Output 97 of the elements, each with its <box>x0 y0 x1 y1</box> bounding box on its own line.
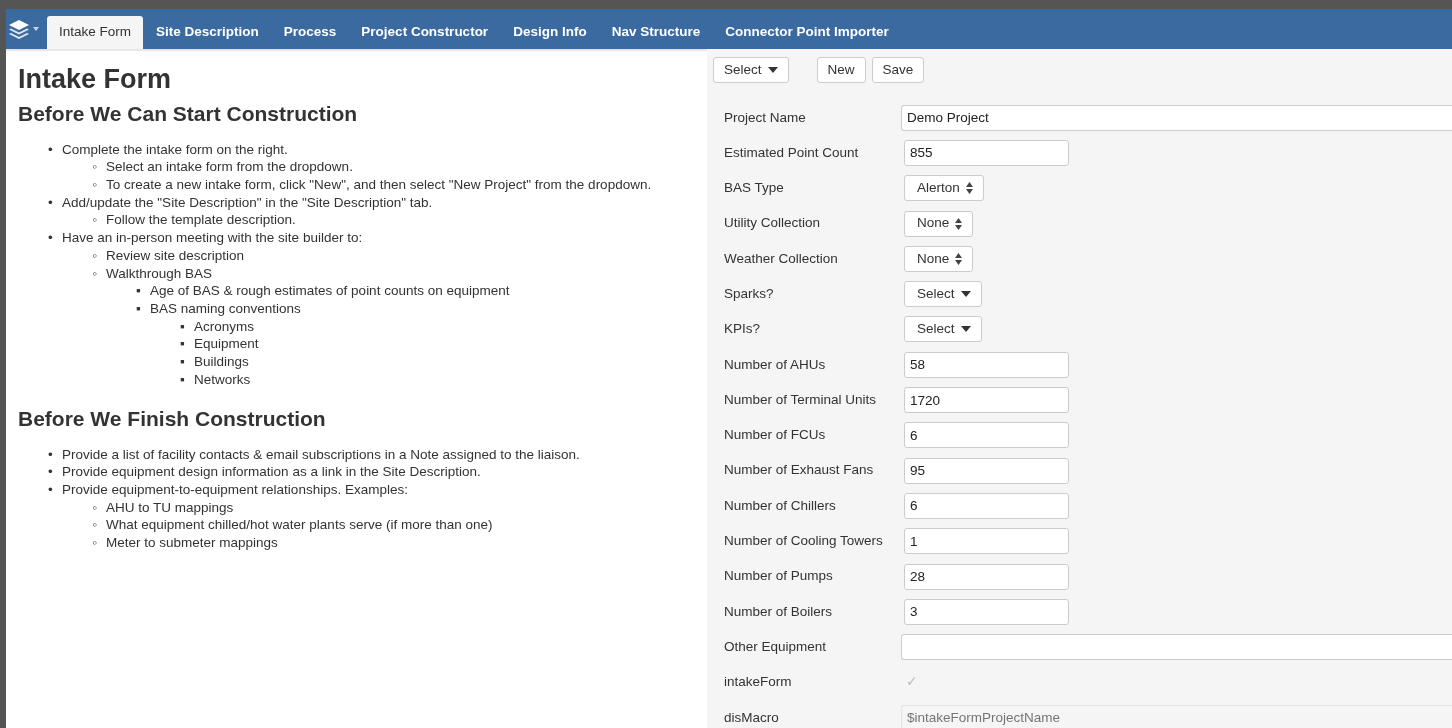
list-item-text: Provide a list of facility contacts & email subscriptions in a Note assigned to the liaison. <box>62 445 580 464</box>
list-item-text: Age of BAS & rough estimates of point counts on equipment <box>150 282 510 300</box>
caret-icon <box>33 27 39 31</box>
list-item-text: Buildings <box>194 353 249 371</box>
nav-tab[interactable]: Nav Structure <box>599 16 713 49</box>
field-label: Number of Chillers <box>724 496 837 515</box>
input-field[interactable]: Demo Project <box>901 104 1452 131</box>
field-label: intakeForm <box>724 673 793 692</box>
select-dropdown[interactable]: Select <box>713 57 789 83</box>
list-item-text: Meter to submeter mappings <box>106 534 278 552</box>
nav-tab[interactable]: Connector Point Importer <box>713 16 901 49</box>
list-item-text: Select an intake form from the dropdown. <box>106 158 353 176</box>
input-field[interactable]: 1720 <box>904 387 1069 413</box>
bullet: ◦ <box>92 211 98 230</box>
list-item-text: Follow the template description. <box>106 211 296 230</box>
spinner-icon <box>955 217 963 230</box>
input-field[interactable]: 6 <box>904 422 1069 449</box>
field-label: Weather Collection <box>724 249 839 268</box>
select-field[interactable]: None <box>904 245 974 272</box>
field-label: disMacro <box>724 708 780 727</box>
bullet: ▪ <box>136 282 142 300</box>
list-item-text: Equipment <box>194 335 259 353</box>
input-field[interactable]: 58 <box>904 351 1069 378</box>
list-item-text: AHU to TU mappings <box>106 498 234 517</box>
field-label: Sparks? <box>724 285 775 303</box>
bullet: ◦ <box>92 246 98 265</box>
select-field[interactable]: None <box>904 210 974 237</box>
input-field[interactable]: $intakeFormProjectName <box>901 704 1452 728</box>
bullet: ◦ <box>92 264 98 283</box>
list-item-text: Walkthrough BAS <box>106 264 213 283</box>
input-field[interactable]: 95 <box>904 457 1069 484</box>
input-field[interactable]: 3 <box>904 598 1069 625</box>
field-label: Number of FCUs <box>724 426 827 445</box>
field-label: Number of AHUs <box>724 355 827 374</box>
spinner-icon <box>955 252 963 265</box>
layers-icon <box>8 19 30 39</box>
field-label: Estimated Point Count <box>724 143 860 162</box>
field-label: Number of Terminal Units <box>724 390 878 409</box>
input-field[interactable]: 28 <box>904 563 1069 590</box>
list-item-text: Review site description <box>106 246 245 265</box>
input-field[interactable]: 1 <box>904 528 1069 555</box>
section-heading: Before We Finish Construction <box>18 406 327 432</box>
bullet: • <box>48 193 54 212</box>
nav-tab[interactable]: Project Constructor <box>349 16 501 49</box>
caret-icon <box>767 67 778 73</box>
list-item-text: To create a new intake form, click "New", and then select "New Project" from the dropdown. <box>106 176 652 194</box>
save-button[interactable]: Save <box>871 57 925 83</box>
list-item-text: Add/update the "Site Description" in the "Site Description" tab. <box>62 193 433 212</box>
bullet: • <box>48 481 54 499</box>
nav-tab[interactable]: Design Info <box>501 16 599 49</box>
select-field[interactable]: Select <box>904 316 982 343</box>
caret-icon <box>960 326 971 333</box>
bullet: ◦ <box>92 176 98 194</box>
nav-tab[interactable]: Intake Form <box>47 16 144 49</box>
list-item-text: BAS naming conventions <box>150 299 301 318</box>
bullet: ◦ <box>92 498 98 517</box>
list-item-text: What equipment chilled/hot water plants serve (if more than one) <box>106 516 493 535</box>
select-field[interactable]: Select <box>904 281 982 308</box>
field-label: Number of Pumps <box>724 567 834 586</box>
list-item-text: Acronyms <box>194 317 254 336</box>
list-item-text: Provide equipment-to-equipment relationships. Examples: <box>62 481 408 499</box>
list-item-text: Complete the intake form on the right. <box>62 140 288 159</box>
bullet: • <box>48 445 54 464</box>
caret-icon <box>960 291 971 298</box>
field-label: Project Name <box>724 108 807 127</box>
field-label: Number of Cooling Towers <box>724 532 884 551</box>
bullet: ◦ <box>92 534 98 552</box>
input-field[interactable]: 6 <box>904 492 1069 519</box>
field-label: Other Equipment <box>724 637 828 656</box>
bullet: ▪ <box>180 317 186 336</box>
list-item-text: Have an in-person meeting with the site builder to: <box>62 229 363 247</box>
nav-tab[interactable]: Process <box>271 16 349 49</box>
bullet: ▪ <box>136 299 142 318</box>
bullet: ▪ <box>180 370 186 389</box>
list-item-text: Provide equipment design information as a link in the Site Description. <box>62 463 481 481</box>
bullet: • <box>48 463 54 481</box>
field-label: Number of Boilers <box>724 602 834 621</box>
input-field[interactable] <box>901 634 1452 661</box>
field-label: BAS Type <box>724 179 785 198</box>
checkmark: ✓ <box>905 673 918 692</box>
bullet: ▪ <box>180 353 186 371</box>
section-heading: Before We Can Start Construction <box>18 101 359 127</box>
field-label: Utility Collection <box>724 214 822 233</box>
spinner-icon <box>965 182 973 195</box>
new-button[interactable]: New <box>816 57 866 83</box>
list-item-text: Networks <box>194 370 251 389</box>
select-field[interactable]: Alerton <box>904 175 984 202</box>
field-label: KPIs? <box>724 320 762 339</box>
bullet: ◦ <box>92 516 98 535</box>
bullet: ▪ <box>180 335 186 353</box>
input-field[interactable]: 855 <box>904 139 1069 166</box>
bullet: • <box>48 229 54 247</box>
bullet: ◦ <box>92 158 98 176</box>
field-label: Number of Exhaust Fans <box>724 461 875 480</box>
page-title: Intake Form <box>18 63 173 96</box>
bullet: • <box>48 140 54 159</box>
nav-tab[interactable]: Site Description <box>144 16 271 49</box>
